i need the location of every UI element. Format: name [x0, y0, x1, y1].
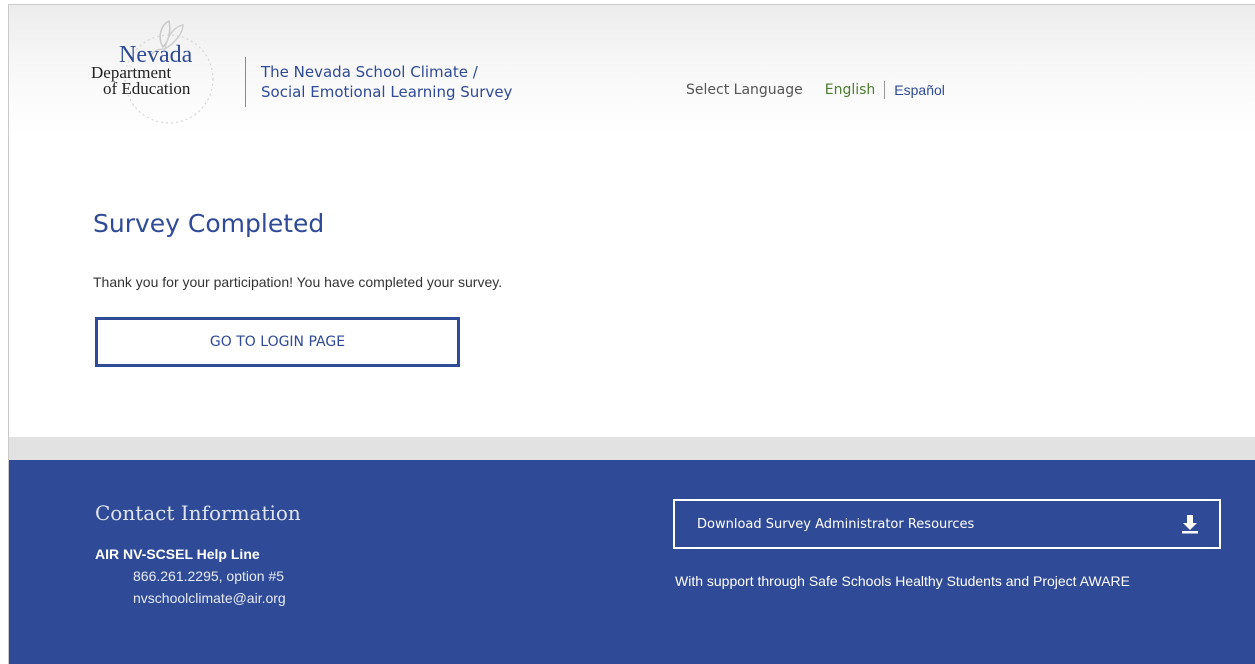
language-spanish-link[interactable]: Español — [894, 82, 945, 98]
site-title-line-2: Social Emotional Learning Survey — [261, 83, 513, 101]
download-resources-label: Download Survey Administrator Resources — [697, 516, 975, 532]
language-english-link[interactable]: English — [825, 82, 876, 98]
contact-information-title: Contact Information — [95, 501, 301, 525]
select-language-label: Select Language — [686, 82, 803, 98]
site-header: Nevada Department of Education The Nevad… — [9, 5, 1255, 135]
site-title: The Nevada School Climate / Social Emoti… — [261, 62, 512, 102]
page-frame: Nevada Department of Education The Nevad… — [8, 4, 1255, 664]
helpline-email[interactable]: nvschoolclimate@air.org — [133, 590, 286, 606]
helpline-phone: 866.261.2295, option #5 — [133, 568, 285, 584]
language-divider — [884, 81, 886, 99]
support-statement: With support through Safe Schools Health… — [675, 573, 1130, 589]
go-to-login-button[interactable]: GO TO LOGIN PAGE — [95, 317, 460, 367]
site-footer: Contact Information AIR NV-SCSEL Help Li… — [9, 460, 1255, 664]
site-title-line-1: The Nevada School Climate / — [261, 63, 478, 81]
language-selector: Select Language English Español — [686, 81, 945, 99]
completion-message: Thank you for your participation! You ha… — [93, 274, 503, 290]
nevada-doe-logo[interactable]: Nevada Department of Education — [91, 19, 241, 129]
download-icon — [1182, 515, 1198, 534]
helpline-title: AIR NV-SCSEL Help Line — [95, 546, 260, 562]
header-divider — [245, 57, 246, 107]
logo-education-text: of Education — [103, 79, 191, 98]
page-title: Survey Completed — [93, 209, 325, 238]
footer-top-band — [9, 437, 1255, 460]
download-resources-button[interactable]: Download Survey Administrator Resources — [673, 499, 1221, 549]
